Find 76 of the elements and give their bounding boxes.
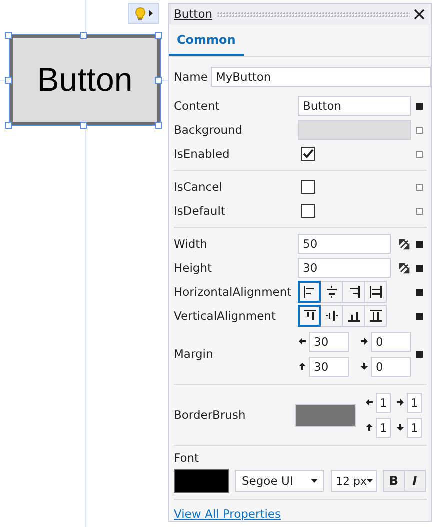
designer-button[interactable]: Button [10,35,160,125]
color-swatch[interactable] [174,469,229,493]
resize-icon[interactable] [399,238,410,250]
property-label: BorderBrush [174,408,247,422]
property-label: Background [174,123,244,137]
checkbox[interactable] [301,204,315,218]
margin-field[interactable]: 0 [371,356,411,376]
alignment-button[interactable] [298,305,321,327]
margin-field[interactable]: 0 [371,332,411,352]
margin-field[interactable]: 30 [309,332,349,352]
close-icon[interactable] [414,8,425,20]
thickness-field[interactable]: 1 [376,418,391,438]
font-family-dropdown[interactable]: Segoe UI [235,470,324,492]
stretch-icon [368,284,384,300]
number-field[interactable]: 50 [298,234,391,254]
resize-handle[interactable] [155,32,162,39]
property-label: Name [174,70,208,84]
property-label: IsDefault [174,204,226,218]
content-field[interactable]: Button [298,96,411,116]
stretch-icon [368,308,384,324]
number-field[interactable]: 30 [298,258,391,278]
thickness-field[interactable]: 1 [407,392,422,412]
checkbox[interactable] [301,180,315,194]
property-label: IsCancel [174,180,224,194]
thickness-field[interactable]: 1 [376,392,391,412]
resize-handle[interactable] [5,32,12,39]
lightbulb-icon [134,6,146,20]
view-all-link[interactable]: View All Properties [174,507,281,521]
arrow-icon [298,337,307,346]
property-label: HorizontalAlignment [174,285,293,299]
bold-button[interactable]: B [383,470,405,492]
caret-icon [148,10,152,17]
arrow-icon [360,362,369,371]
arrow-icon [360,337,369,346]
align-center-icon [324,308,340,324]
alignment-button[interactable] [298,281,321,303]
resize-handle[interactable] [5,77,12,84]
quick-actions-button[interactable] [128,3,159,24]
resize-handle[interactable] [80,122,87,129]
checkbox[interactable] [301,147,315,161]
arrow-icon [396,423,405,432]
arrow-icon [365,398,374,407]
property-marker[interactable] [416,184,423,190]
property-marker[interactable] [416,126,423,134]
property-marker[interactable] [416,312,423,320]
name-field[interactable]: MyButton [210,67,431,87]
arrow-icon [365,423,374,432]
property-label: VerticalAlignment [174,309,277,323]
resize-handle[interactable] [155,77,162,84]
property-marker[interactable] [416,350,423,358]
italic-button[interactable]: I [404,470,426,492]
property-marker[interactable] [416,208,423,214]
resize-handle[interactable] [5,122,12,129]
property-marker[interactable] [416,102,423,110]
resize-handle[interactable] [155,122,162,129]
resize-handle[interactable] [80,32,87,39]
margin-field[interactable]: 30 [309,356,349,376]
property-marker[interactable] [416,264,423,272]
property-label: Height [174,261,214,275]
arrow-icon [298,362,307,371]
property-label: Margin [174,347,214,361]
thickness-field[interactable]: 1 [407,418,422,438]
tab[interactable]: Common [169,26,244,56]
panel-title: Button [174,7,213,22]
property-marker[interactable] [416,150,423,158]
caret-icon [311,478,318,484]
arrow-icon [396,398,405,407]
property-marker[interactable] [416,240,423,248]
property-label: Width [174,237,208,251]
resize-icon[interactable] [399,262,410,274]
caret-icon [367,478,373,484]
property-label: Font [174,451,200,465]
property-label: Content [174,99,221,113]
font-size-dropdown[interactable]: 12 px [331,470,377,492]
property-label: IsEnabled [174,147,231,161]
property-marker[interactable] [416,288,423,296]
